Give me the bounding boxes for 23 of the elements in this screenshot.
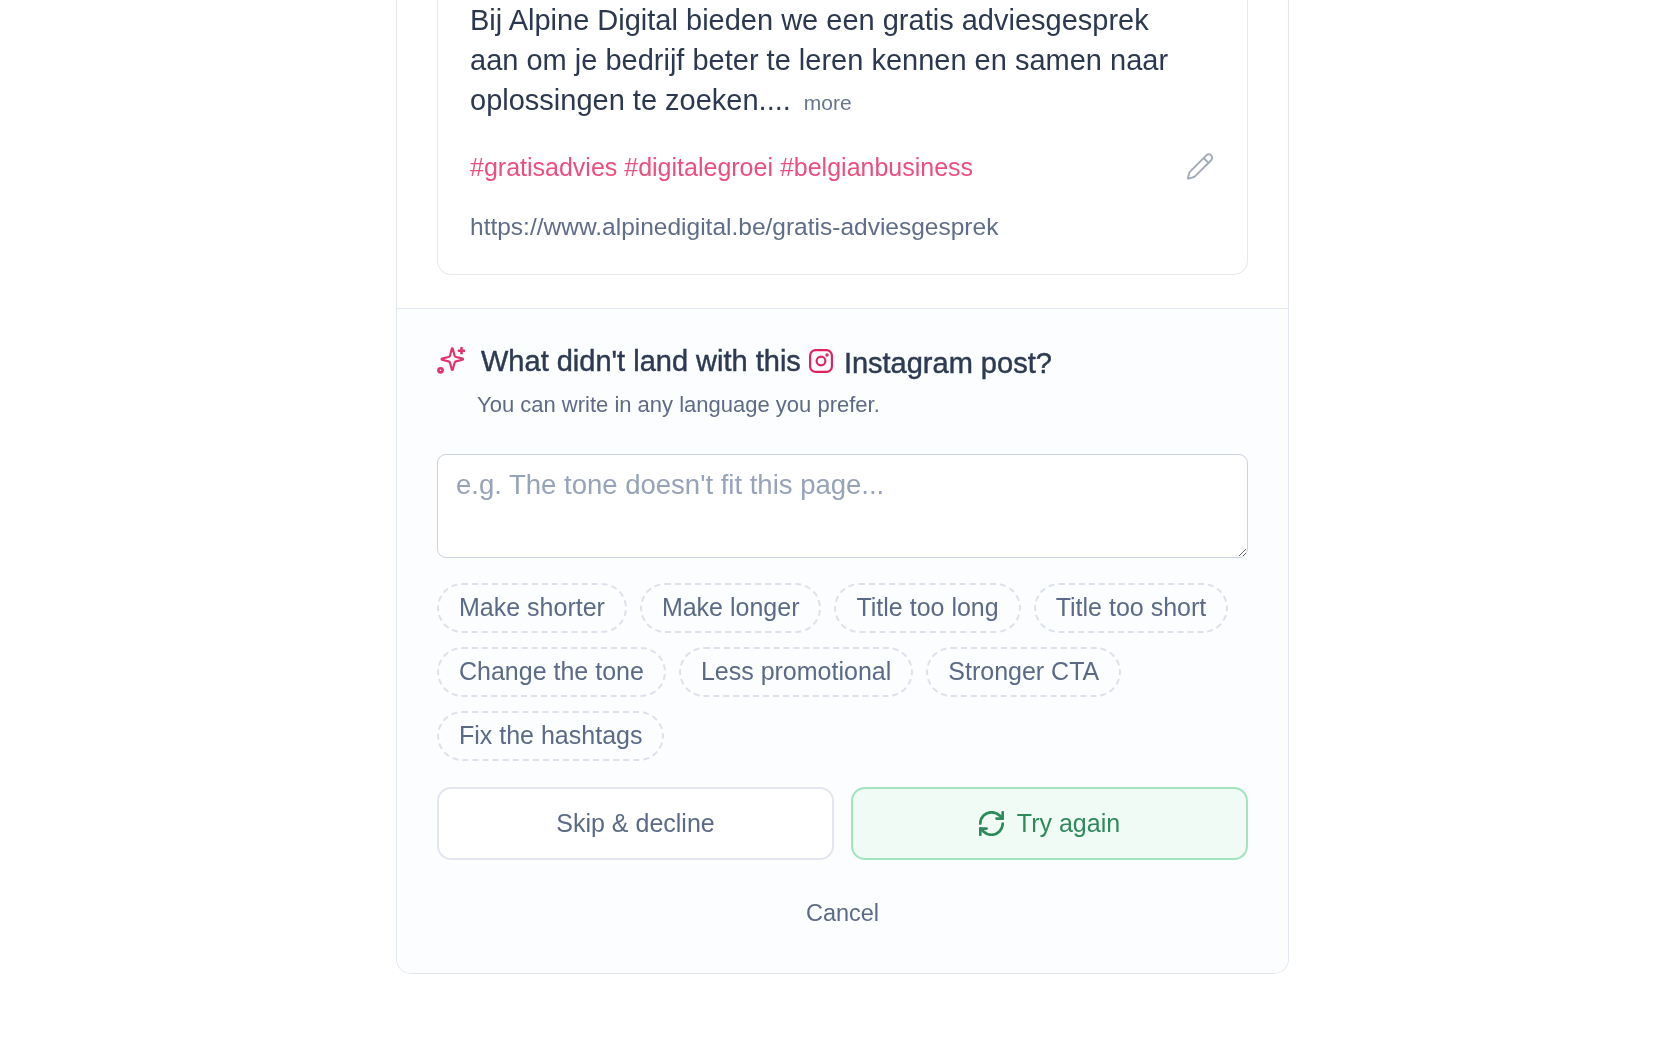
pencil-icon[interactable] <box>1187 153 1213 180</box>
hashtags: #gratisadvies #digitalegroei #belgianbusiness <box>470 151 974 182</box>
instagram-icon <box>808 348 833 373</box>
suggestion-chip[interactable]: Make shorter <box>437 582 627 633</box>
decline-button[interactable]: Skip & decline <box>437 786 834 860</box>
post-url: https://www.alpinedigital.be/gratis-adviesgesprek <box>470 211 999 242</box>
suggestion-chip[interactable]: Make longer <box>639 582 822 633</box>
hint-text: You can write in any language you prefer. <box>477 390 880 419</box>
refresh-icon <box>978 810 1004 836</box>
suggestion-chip[interactable]: Stronger CTA <box>926 646 1122 697</box>
cancel-link[interactable]: Cancel <box>805 897 880 928</box>
question-title: What didn't land with this <box>481 343 801 379</box>
suggestion-chip[interactable]: Title too long <box>834 582 1021 633</box>
feedback-input[interactable]: e.g. The tone doesn't fit this page... <box>437 453 1248 558</box>
post-caption: Bij Alpine Digital bieden we een gratis adviesgesprek aan om je bedrijf beter te leren kennen en samen naar oplossingen te zoeken.... more <box>470 3 1170 118</box>
more-link[interactable]: more <box>803 91 852 114</box>
suggestion-chip[interactable]: Less promotional <box>678 646 914 697</box>
suggestion-chip[interactable]: Fix the hashtags <box>437 710 665 761</box>
sparkle-icon <box>437 346 465 375</box>
suggestion-chip[interactable]: Title too short <box>1033 582 1229 633</box>
retry-button[interactable]: Try again <box>851 786 1248 860</box>
suggestion-chip[interactable]: Change the tone <box>437 646 666 697</box>
question-title: Instagram post? <box>843 345 1052 381</box>
